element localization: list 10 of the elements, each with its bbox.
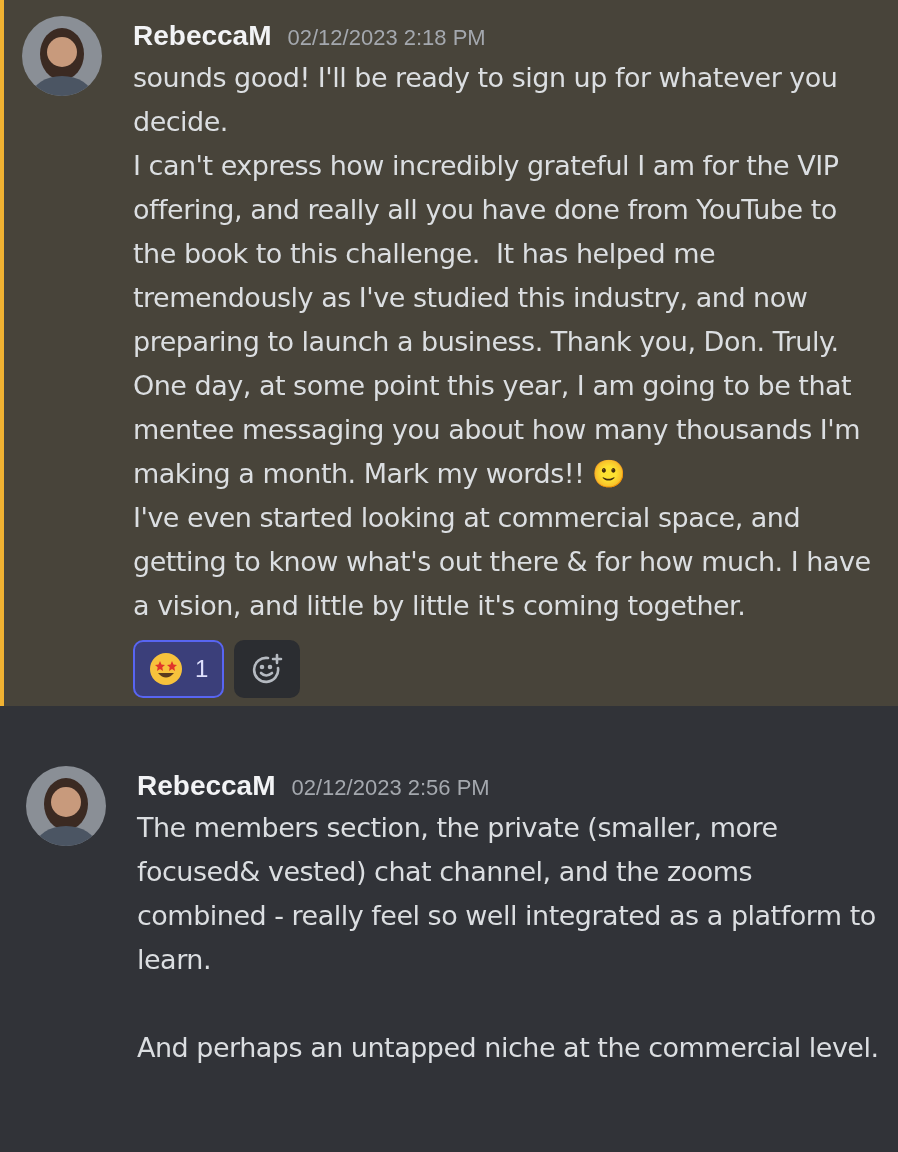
timestamp: 02/12/2023 2:56 PM [291, 774, 490, 802]
star-eyed-face-icon [149, 652, 183, 686]
add-emoji-icon [251, 653, 284, 685]
message-text: The members section, the private (smaller, more focused& vested) chat channel, and the zooms combined - really feel so well integrated as a platform to learn. And perhaps an untapped niche at the commercial level. [137, 811, 880, 1065]
timestamp: 02/12/2023 2:18 PM [287, 24, 486, 52]
message-text: sounds good! I'll be ready to sign up for whatever you decide. I can't express how incredibly grateful I am for the VIP offering, and really all you have done from YouTube to the book to this challenge. It has helped me tremendously as I've studied this industry, and now preparing to launch a business. Thank you, Don. Truly. One day, at some point this year, I am going to be that mentee messaging you about how many thousands I'm making a month. Mark my words!! 🙂 I've even started looking at commercial space, and getting to know what's out there & for how much. I have a vision, and little by little it's coming together. [133, 61, 872, 623]
reaction[interactable]: 1 [133, 640, 225, 698]
add-reaction-button[interactable] [234, 640, 301, 698]
username[interactable]: RebeccaM [137, 766, 276, 806]
username[interactable]: RebeccaM [133, 16, 272, 56]
